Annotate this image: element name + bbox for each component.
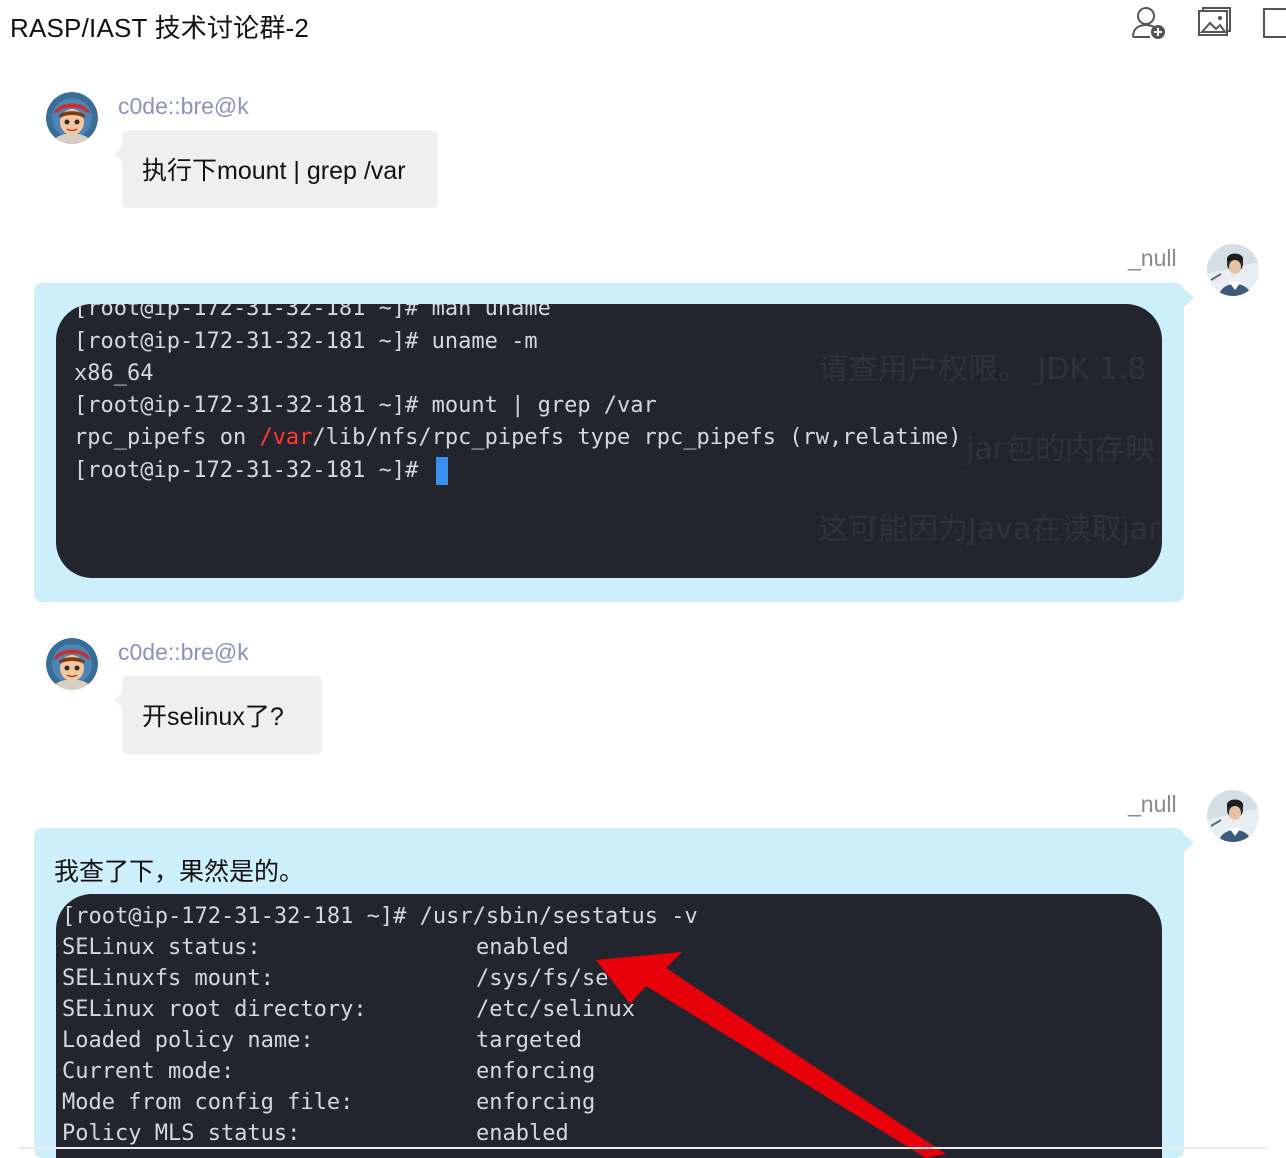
avatar[interactable] — [46, 638, 98, 690]
message-bubble: 开selinux了? — [114, 676, 322, 754]
terminal-line: [root@ip-172-31-32-181 ~]# — [74, 457, 448, 485]
background-ghost-text: 请查用户权限。 JDK 1.8 — [818, 352, 1147, 387]
message-text: 开selinux了? — [142, 703, 284, 731]
terminal-screenshot: 请查用户权限。 JDK 1.8 jar包的内存映 这可能因为Java在读取jar… — [56, 304, 1162, 578]
image-gallery-icon[interactable] — [1196, 4, 1234, 42]
avatar[interactable] — [1207, 790, 1259, 842]
avatar-icon — [46, 638, 98, 690]
terminal-line: x86_64 — [74, 361, 154, 386]
divider — [18, 1147, 1268, 1149]
terminal-text: /lib/nfs/rpc_pipefs type rpc_pipefs (rw,… — [312, 425, 962, 450]
red-arrow-annotation — [596, 952, 946, 1158]
sender-name: c0de::bre@k — [118, 93, 249, 119]
avatar[interactable] — [1207, 244, 1259, 296]
terminal-line: [root@ip-172-31-32-181 ~]# uname -m — [74, 329, 538, 354]
chat-title: RASP/IAST 技术讨论群-2 — [10, 13, 310, 43]
sender-name: _null — [1128, 791, 1177, 817]
message-text: 我查了下，果然是的。 — [54, 858, 305, 886]
sender-name: _null — [1128, 245, 1177, 271]
sender-name: c0de::bre@k — [118, 639, 249, 665]
background-ghost-text: 这可能因为Java在读取jar — [818, 512, 1161, 547]
terminal-line: [root@ip-172-31-32-181 ~]# mount | grep … — [74, 393, 657, 418]
background-ghost-text: jar包的内存映 — [966, 432, 1156, 467]
message-bubble: 我查了下，果然是的。 [root@ip-172-31-32-181 ~]# /u… — [34, 828, 1194, 1158]
avatar-icon — [1207, 244, 1259, 296]
avatar[interactable] — [46, 92, 98, 144]
chat-header: RASP/IAST 技术讨论群-2 — [0, 0, 1286, 50]
terminal-line: [root@ip-172-31-32-181 ~]# man uname — [74, 304, 551, 321]
terminal-prompt: [root@ip-172-31-32-181 ~]# — [74, 458, 432, 483]
message-text: 执行下mount | grep /var — [142, 157, 406, 185]
avatar-icon — [46, 92, 98, 144]
add-member-icon[interactable] — [1130, 4, 1168, 42]
highlighted-path: /var — [259, 425, 313, 450]
avatar-icon — [1207, 790, 1259, 842]
terminal-screenshot: [root@ip-172-31-32-181 ~]# /usr/sbin/ses… — [56, 894, 1162, 1158]
terminal-cursor — [435, 457, 448, 485]
panel-icon[interactable] — [1262, 4, 1286, 42]
terminal-text: rpc_pipefs on — [74, 425, 260, 450]
message-bubble: 请查用户权限。 JDK 1.8 jar包的内存映 这可能因为Java在读取jar… — [34, 283, 1194, 602]
terminal-line: rpc_pipefs on /var/lib/nfs/rpc_pipefs ty… — [74, 425, 961, 450]
message-bubble: 执行下mount | grep /var — [114, 130, 438, 208]
